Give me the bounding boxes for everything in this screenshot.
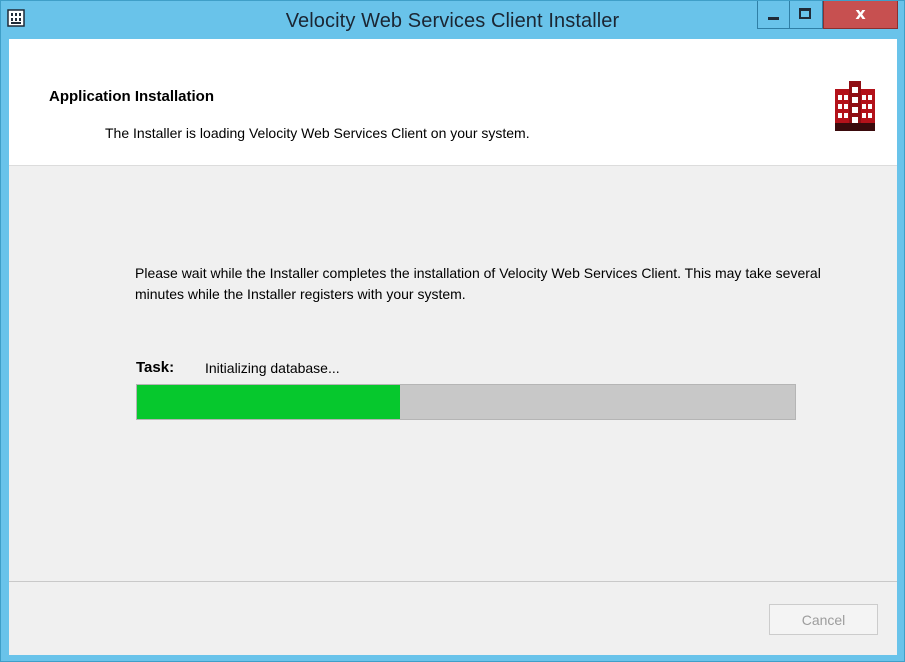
close-button[interactable]: x bbox=[823, 1, 898, 29]
title-bar[interactable]: Velocity Web Services Client Installer x bbox=[1, 1, 904, 39]
status-message: Please wait while the Installer complete… bbox=[135, 265, 821, 302]
maximize-button[interactable] bbox=[790, 1, 823, 29]
velocity-logo-icon bbox=[835, 81, 875, 131]
close-icon: x bbox=[855, 4, 866, 23]
cancel-button[interactable]: Cancel bbox=[769, 604, 878, 635]
page-subtitle: The Installer is loading Velocity Web Se… bbox=[105, 125, 530, 141]
progress-bar-fill bbox=[137, 385, 401, 419]
page-title: Application Installation bbox=[49, 88, 215, 105]
minimize-icon bbox=[768, 17, 779, 20]
header-panel: Application Installation The Installer i… bbox=[9, 39, 897, 166]
task-label: Task: bbox=[136, 359, 175, 376]
footer-divider bbox=[9, 581, 897, 582]
installer-window: Velocity Web Services Client Installer x… bbox=[0, 0, 905, 662]
task-value: Initializing database... bbox=[205, 360, 340, 376]
minimize-button[interactable] bbox=[757, 1, 790, 29]
maximize-icon bbox=[799, 8, 811, 19]
progress-bar bbox=[136, 384, 796, 420]
installer-body: Application Installation The Installer i… bbox=[9, 39, 897, 655]
